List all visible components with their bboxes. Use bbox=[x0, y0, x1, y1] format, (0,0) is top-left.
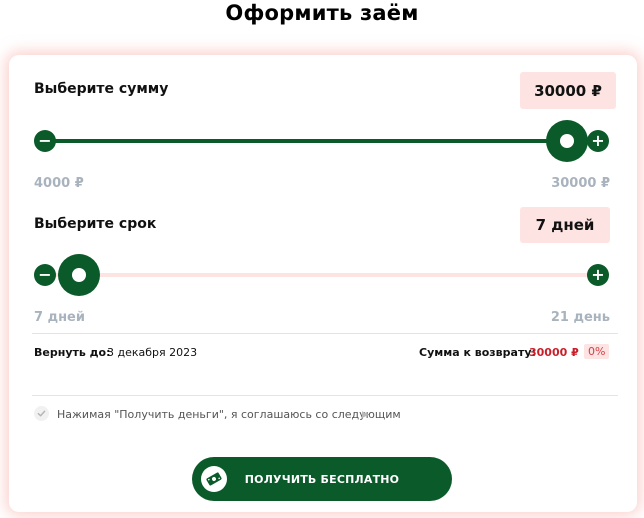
amount-value-field[interactable]: 30000 ₽ bbox=[520, 72, 616, 109]
term-min-label: 7 дней bbox=[34, 310, 85, 325]
minus-icon: − bbox=[38, 131, 52, 150]
amount-label: Выберите сумму bbox=[34, 81, 169, 97]
divider bbox=[32, 333, 618, 334]
return-date-value: 3 декабря 2023 bbox=[107, 346, 198, 359]
consent-checkbox[interactable] bbox=[34, 406, 49, 421]
page-title: Оформить заём bbox=[225, 1, 419, 25]
term-max-label: 21 день bbox=[550, 310, 610, 325]
get-money-button[interactable]: ПОЛУЧИТЬ БЕСПЛАТНО bbox=[192, 457, 452, 501]
minus-icon: − bbox=[38, 265, 52, 284]
amount-decrease-button[interactable]: − bbox=[34, 130, 56, 152]
amount-slider-track[interactable] bbox=[54, 139, 600, 143]
amount-slider-handle[interactable] bbox=[546, 120, 588, 162]
check-icon bbox=[37, 410, 46, 417]
plus-icon: + bbox=[591, 131, 605, 150]
amount-max-label: 30000 ₽ bbox=[551, 176, 610, 191]
amount-increase-button[interactable]: + bbox=[587, 130, 609, 152]
divider bbox=[32, 395, 618, 396]
plus-icon: + bbox=[591, 265, 605, 284]
knob-dot bbox=[72, 268, 86, 282]
get-money-button-label: ПОЛУЧИТЬ БЕСПЛАТНО bbox=[244, 472, 400, 486]
loan-form-card: Выберите сумму 30000 ₽ − + 4000 ₽ 30000 … bbox=[9, 55, 637, 512]
total-amount: 30000 ₽ bbox=[529, 346, 579, 359]
term-slider-handle[interactable] bbox=[58, 254, 100, 296]
total-label: Сумма к возврату: bbox=[419, 346, 536, 359]
percent-badge: 0% bbox=[584, 344, 610, 359]
term-slider-track[interactable] bbox=[54, 273, 600, 277]
term-increase-button[interactable]: + bbox=[587, 264, 609, 286]
knob-dot bbox=[560, 134, 574, 148]
term-decrease-button[interactable]: − bbox=[34, 264, 56, 286]
term-label: Выберите срок bbox=[34, 216, 157, 232]
amount-min-label: 4000 ₽ bbox=[34, 176, 84, 191]
return-date-label: Вернуть до: bbox=[34, 346, 111, 359]
term-value-field[interactable]: 7 дней bbox=[520, 207, 610, 243]
consent-text: Нажимая "Получить деньги", я соглашаюсь … bbox=[57, 408, 401, 421]
expand-arrow-icon[interactable]: ▶ bbox=[362, 410, 369, 420]
